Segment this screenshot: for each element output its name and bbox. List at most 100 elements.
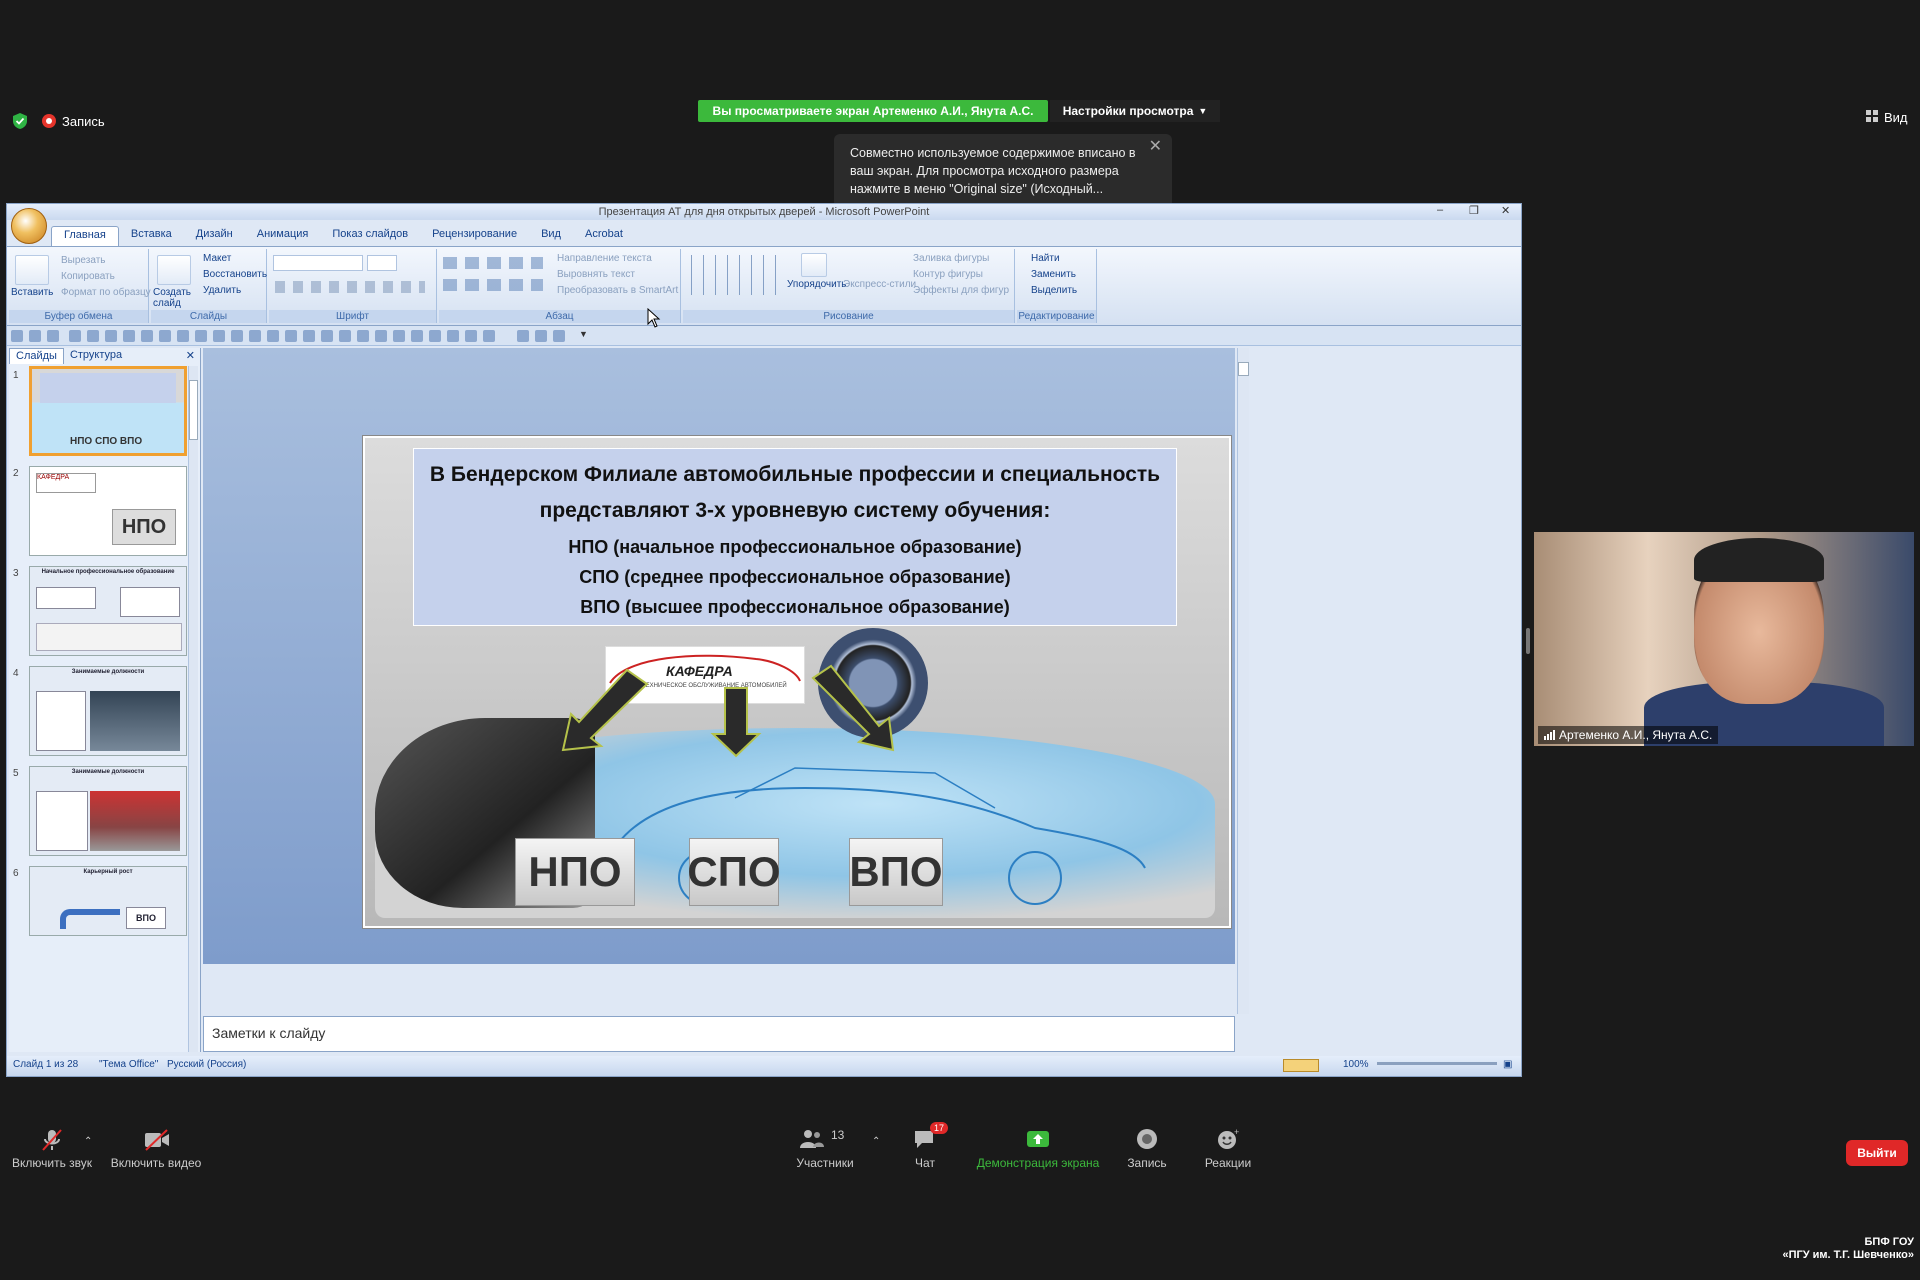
paste-small-icon[interactable] bbox=[213, 330, 225, 342]
layout-button[interactable]: Макет bbox=[203, 253, 231, 264]
list-buttons[interactable] bbox=[443, 257, 543, 269]
ungroup-icon[interactable] bbox=[465, 330, 477, 342]
new-slide-icon[interactable] bbox=[157, 255, 191, 285]
animation-icon[interactable] bbox=[535, 330, 547, 342]
slide-thumb-5[interactable]: Занимаемые должности bbox=[29, 766, 187, 856]
preview-icon[interactable] bbox=[87, 330, 99, 342]
maximize-icon[interactable]: ❐ bbox=[1469, 204, 1479, 220]
splitter-handle[interactable] bbox=[1526, 628, 1530, 654]
chart-icon[interactable] bbox=[141, 330, 153, 342]
spelling-icon[interactable] bbox=[105, 330, 117, 342]
quick-styles-button[interactable]: Экспресс-стили bbox=[843, 279, 916, 290]
zoom-icon[interactable] bbox=[321, 330, 333, 342]
group-icon[interactable] bbox=[447, 330, 459, 342]
record-button[interactable]: Запись bbox=[1122, 1128, 1172, 1170]
tab-outline[interactable]: Структура bbox=[64, 348, 128, 364]
smartart-button[interactable]: Преобразовать в SmartArt bbox=[557, 285, 678, 296]
view-mode-buttons[interactable] bbox=[1283, 1059, 1319, 1072]
ruler-icon[interactable] bbox=[393, 330, 405, 342]
shape-icon[interactable] bbox=[249, 330, 261, 342]
current-slide[interactable]: В Бендерском Филиале автомобильные профе… bbox=[363, 436, 1231, 928]
redo-icon[interactable] bbox=[47, 330, 59, 342]
editor-scrollbar[interactable] bbox=[1237, 348, 1249, 1014]
macro-icon[interactable] bbox=[553, 330, 565, 342]
slideshow-icon[interactable] bbox=[303, 330, 315, 342]
close-pane-icon[interactable]: ✕ bbox=[186, 349, 195, 362]
slide-thumb-1[interactable]: НПО СПО ВПО bbox=[29, 366, 187, 456]
copy-icon[interactable] bbox=[195, 330, 207, 342]
slide-thumb-4[interactable]: Занимаемые должности bbox=[29, 666, 187, 756]
minimize-icon[interactable]: – bbox=[1437, 204, 1443, 220]
slide-thumb-6[interactable]: Карьерный рост ВПО bbox=[29, 866, 187, 936]
tab-slideshow[interactable]: Показ слайдов bbox=[320, 226, 420, 246]
folder-icon[interactable] bbox=[339, 330, 351, 342]
arrange-button[interactable]: Упорядочить bbox=[787, 279, 847, 290]
color-icon[interactable] bbox=[429, 330, 441, 342]
tab-design[interactable]: Дизайн bbox=[184, 226, 245, 246]
font-name-input[interactable] bbox=[273, 255, 363, 271]
tab-review[interactable]: Рецензирование bbox=[420, 226, 529, 246]
print-icon[interactable] bbox=[69, 330, 81, 342]
fit-slide-icon[interactable]: ▣ bbox=[1503, 1059, 1512, 1070]
table-icon[interactable] bbox=[123, 330, 135, 342]
draw-icon[interactable] bbox=[231, 330, 243, 342]
tab-animation[interactable]: Анимация bbox=[245, 226, 321, 246]
tab-slides[interactable]: Слайды bbox=[9, 348, 64, 364]
picture-icon[interactable] bbox=[159, 330, 171, 342]
slide-thumb-3[interactable]: Начальное профессиональное образование bbox=[29, 566, 187, 656]
view-button[interactable]: Вид bbox=[1866, 110, 1908, 125]
tab-insert[interactable]: Вставка bbox=[119, 226, 184, 246]
export-icon[interactable] bbox=[357, 330, 369, 342]
delete-button[interactable]: Удалить bbox=[203, 285, 241, 296]
zoom-level[interactable]: 100% bbox=[1343, 1059, 1369, 1070]
copy-button[interactable]: Копировать bbox=[61, 271, 115, 282]
start-video-button[interactable]: Включить видео bbox=[108, 1128, 204, 1170]
arrange-icon[interactable] bbox=[801, 253, 827, 277]
close-icon[interactable]: ✕ bbox=[1149, 138, 1162, 156]
reset-button[interactable]: Восстановить bbox=[203, 269, 267, 280]
participants-button[interactable]: 13 Участники bbox=[790, 1128, 860, 1170]
view-options-button[interactable]: Настройки просмотра ▼ bbox=[1050, 100, 1220, 122]
align-text-button[interactable]: Выровнять текст bbox=[557, 269, 635, 280]
save-icon[interactable] bbox=[11, 330, 23, 342]
textbox-icon[interactable] bbox=[267, 330, 279, 342]
tab-home[interactable]: Главная bbox=[51, 226, 119, 246]
paste-icon[interactable] bbox=[15, 255, 49, 285]
pane-scrollbar[interactable] bbox=[188, 366, 198, 1052]
tab-view[interactable]: Вид bbox=[529, 226, 573, 246]
page-icon[interactable] bbox=[483, 330, 495, 342]
shape-effects-button[interactable]: Эффекты для фигур bbox=[913, 285, 1009, 296]
close-window-icon[interactable]: ✕ bbox=[1501, 204, 1510, 220]
shape-outline-button[interactable]: Контур фигуры bbox=[913, 269, 983, 280]
grid-icon[interactable] bbox=[375, 330, 387, 342]
slide-notes-field[interactable]: Заметки к слайду bbox=[203, 1016, 1235, 1052]
find-button[interactable]: Найти bbox=[1031, 253, 1060, 264]
guides-icon[interactable] bbox=[411, 330, 423, 342]
customize-qat-icon[interactable]: ▼ bbox=[579, 329, 588, 339]
format-painter-button[interactable]: Формат по образцу bbox=[61, 287, 151, 298]
tab-acrobat[interactable]: Acrobat bbox=[573, 226, 635, 246]
cut-button[interactable]: Вырезать bbox=[61, 255, 105, 266]
office-button[interactable] bbox=[11, 208, 47, 244]
recording-indicator[interactable]: Запись bbox=[42, 110, 105, 132]
undo-icon[interactable] bbox=[29, 330, 41, 342]
reactions-button[interactable]: + Реакции bbox=[1202, 1127, 1254, 1170]
font-format-buttons[interactable] bbox=[275, 281, 425, 293]
security-shield-icon[interactable] bbox=[12, 112, 28, 130]
shapes-gallery[interactable] bbox=[689, 255, 781, 295]
arrange-small-icon[interactable] bbox=[285, 330, 297, 342]
text-direction-button[interactable]: Направление текста bbox=[557, 253, 652, 264]
language-indicator[interactable]: Русский (Россия) bbox=[167, 1059, 246, 1070]
slide-thumb-2[interactable]: КАФЕДРА НПО bbox=[29, 466, 187, 556]
participant-video[interactable]: Артеменко А.И., Янута А.С. bbox=[1534, 532, 1914, 746]
chat-button[interactable]: 17 Чат bbox=[900, 1122, 950, 1170]
align-buttons[interactable] bbox=[443, 279, 543, 291]
link-icon[interactable] bbox=[177, 330, 189, 342]
paste-button[interactable]: Вставить bbox=[11, 287, 53, 298]
replace-button[interactable]: Заменить bbox=[1031, 269, 1076, 280]
leave-button[interactable]: Выйти bbox=[1846, 1140, 1908, 1166]
zoom-slider[interactable] bbox=[1377, 1062, 1497, 1065]
shape-fill-button[interactable]: Заливка фигуры bbox=[913, 253, 989, 264]
font-size-input[interactable] bbox=[367, 255, 397, 271]
transition-icon[interactable] bbox=[517, 330, 529, 342]
